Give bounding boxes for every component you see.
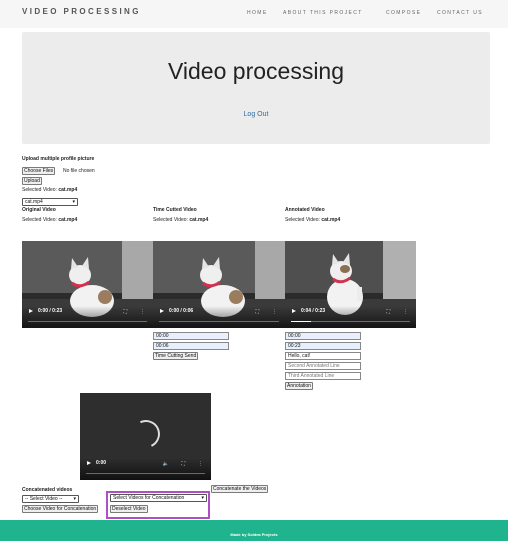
annotated-selected: Selected Video: cat.mp4 xyxy=(285,217,341,223)
volume-icon[interactable]: 🔈 xyxy=(163,461,169,467)
timecut-end-input[interactable]: 00:06 xyxy=(153,342,229,350)
video-progress-fill xyxy=(291,320,312,322)
fullscreen-icon[interactable]: ⛶ xyxy=(255,309,259,315)
video-progress-track[interactable] xyxy=(159,320,279,322)
choose-video-for-concatenation-button[interactable]: Choose Video for Concatenation xyxy=(22,505,99,513)
video-select-dropdown[interactable]: cat.mp4 ▾ xyxy=(22,198,78,206)
upload-button[interactable]: Upload xyxy=(22,177,42,185)
timecut-start-input[interactable]: 00:00 xyxy=(153,332,229,340)
play-icon[interactable] xyxy=(29,309,33,313)
nav-contact[interactable]: CONTACT US xyxy=(437,10,483,16)
video-progress-track[interactable] xyxy=(86,472,205,474)
video-controls: 0:00 / 0:23 ⛶ ⋮ xyxy=(22,306,153,328)
video-time: 0:04 / 0:23 xyxy=(301,308,326,314)
video-time: 0:00 / 0:06 xyxy=(169,308,194,314)
nav-about[interactable]: ABOUT THIS PROJECT xyxy=(283,10,363,16)
more-options-icon[interactable]: ⋮ xyxy=(140,309,145,315)
upload-selected-video: Selected Video: cat.mp4 xyxy=(22,187,78,193)
video-controls: 0:04 / 0:23 ⛶ ⋮ xyxy=(285,306,416,328)
footer: Made by Soldea Projects xyxy=(0,520,508,541)
video-time: 0:00 / 0:23 xyxy=(38,308,63,314)
original-video-title: Original Video xyxy=(22,207,56,213)
original-video-player[interactable]: 0:00 / 0:23 ⛶ ⋮ xyxy=(22,241,153,328)
video-progress-track[interactable] xyxy=(28,320,147,322)
select-video-dropdown[interactable]: -- Select Video -- ▾ xyxy=(22,495,79,503)
timecut-video-player[interactable]: 0:00 / 0:06 ⛶ ⋮ xyxy=(153,241,285,328)
annotation-line3-input[interactable]: Third Annotated Line xyxy=(285,372,361,380)
video-controls: 0:00 🔈 ⛶ ⋮ xyxy=(80,458,211,480)
upload-heading: Upload multiple profile picture xyxy=(22,156,95,162)
logout-link[interactable]: Log Out xyxy=(22,111,490,118)
nav-compose[interactable]: COMPOSE xyxy=(386,10,421,16)
timecut-selected: Selected Video: cat.mp4 xyxy=(153,217,209,223)
more-options-icon[interactable]: ⋮ xyxy=(198,461,203,467)
timecut-video-title: Time Cutted Video xyxy=(153,207,197,213)
choose-files-button[interactable]: Choose Files xyxy=(22,167,56,175)
chevron-down-icon: ▾ xyxy=(72,199,75,205)
play-icon[interactable] xyxy=(292,309,296,313)
annotation-line1-input[interactable]: Hello, cat! xyxy=(285,352,361,360)
video-controls: 0:00 / 0:06 ⛶ ⋮ xyxy=(153,306,285,328)
fullscreen-icon[interactable]: ⛶ xyxy=(123,309,127,315)
annotation-button[interactable]: Annotation xyxy=(285,382,313,390)
footer-text: Made by Soldea Projects xyxy=(230,532,278,537)
annotated-video-title: Annotated Video xyxy=(285,207,325,213)
annotation-line2-input[interactable]: Second Annotated Line xyxy=(285,362,361,370)
time-cutting-send-button[interactable]: Time Cutting Send xyxy=(153,352,199,360)
original-selected: Selected Video: cat.mp4 xyxy=(22,217,78,223)
concatenated-videos-label: Concatenated videos xyxy=(22,487,73,493)
fullscreen-icon[interactable]: ⛶ xyxy=(181,461,185,467)
hero-panel: Video processing Log Out xyxy=(22,32,490,144)
nav-home[interactable]: HOME xyxy=(247,10,268,16)
video-time: 0:00 xyxy=(96,460,107,466)
more-options-icon[interactable]: ⋮ xyxy=(403,309,408,315)
chevron-down-icon: ▾ xyxy=(73,496,76,502)
no-file-label: No file chosen xyxy=(63,168,95,174)
loading-spinner-icon xyxy=(128,416,164,452)
concatenated-video-player[interactable]: 0:00 🔈 ⛶ ⋮ xyxy=(80,393,211,480)
selection-highlight-box xyxy=(106,491,210,519)
concatenate-videos-button[interactable]: Concatenate the Videos xyxy=(211,485,269,493)
annotated-video-player[interactable]: 0:04 / 0:23 ⛶ ⋮ xyxy=(285,241,416,328)
top-navbar: VIDEO PROCESSING HOME ABOUT THIS PROJECT… xyxy=(0,0,508,28)
page-title: Video processing xyxy=(167,58,345,84)
annotation-end-input[interactable]: 00:23 xyxy=(285,342,361,350)
annotation-start-input[interactable]: 00:00 xyxy=(285,332,361,340)
fullscreen-icon[interactable]: ⛶ xyxy=(386,309,390,315)
play-icon[interactable] xyxy=(160,309,164,313)
video-progress-track[interactable] xyxy=(291,320,410,322)
brand-title[interactable]: VIDEO PROCESSING xyxy=(22,7,141,16)
more-options-icon[interactable]: ⋮ xyxy=(272,309,277,315)
play-icon[interactable] xyxy=(87,461,91,465)
